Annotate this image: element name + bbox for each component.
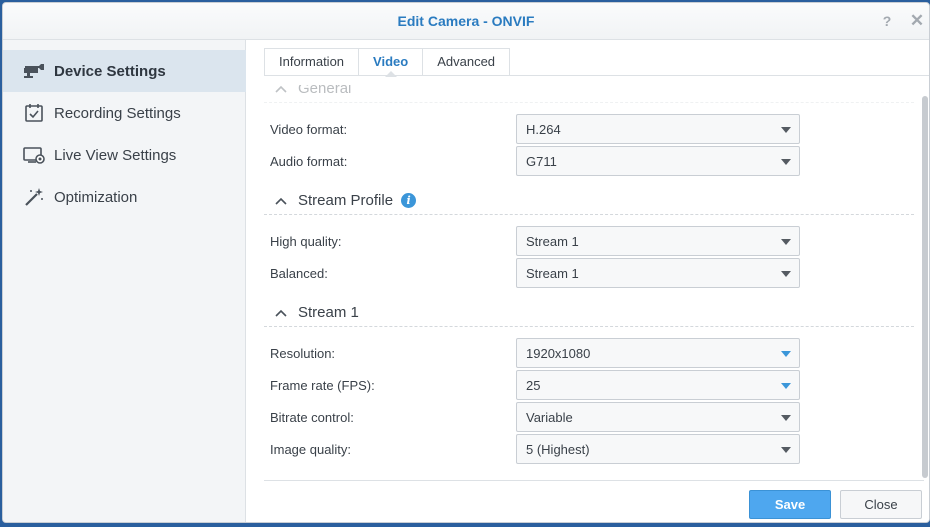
audio-format-select[interactable]: G711 (516, 146, 800, 176)
sidebar-item-device-settings[interactable]: Device Settings (3, 50, 246, 92)
video-format-row: Video format: H.264 (264, 114, 914, 144)
section-header-general[interactable]: General (264, 85, 914, 103)
select-value: G711 (526, 154, 557, 169)
dropdown-arrow-icon (781, 127, 791, 133)
balanced-select[interactable]: Stream 1 (516, 258, 800, 288)
sidebar-item-label: Recording Settings (54, 104, 181, 122)
resolution-select[interactable]: 1920x1080 (516, 338, 800, 368)
video-settings-content[interactable]: General Video format: H.264 Audio format… (264, 85, 914, 479)
section-header-stream-profile[interactable]: Stream Profile i (264, 187, 914, 215)
video-format-select[interactable]: H.264 (516, 114, 800, 144)
vertical-scrollbar[interactable] (922, 96, 928, 478)
sidebar-item-optimization[interactable]: Optimization (3, 176, 246, 218)
select-value: 1920x1080 (526, 346, 591, 361)
high-quality-row: High quality: Stream 1 (264, 226, 914, 256)
dropdown-arrow-icon (781, 383, 791, 389)
sidebar-item-label: Device Settings (54, 62, 166, 80)
select-value: Stream 1 (526, 234, 579, 249)
high-quality-select[interactable]: Stream 1 (516, 226, 800, 256)
tab-information[interactable]: Information (264, 48, 360, 76)
tab-bar: Information Video Advanced (264, 48, 929, 77)
resolution-row: Resolution: 1920x1080 (264, 338, 914, 368)
frame-rate-select[interactable]: 25 (516, 370, 800, 400)
close-icon[interactable]: ✕ (908, 12, 926, 30)
balanced-row: Balanced: Stream 1 (264, 258, 914, 288)
background-strip (930, 0, 944, 527)
dropdown-arrow-icon (781, 415, 791, 421)
tab-advanced[interactable]: Advanced (423, 48, 511, 76)
select-value: Variable (526, 410, 573, 425)
section-title: General (298, 85, 352, 97)
save-button[interactable]: Save (749, 490, 831, 519)
field-label: Video format: (270, 122, 348, 137)
dialog-footer: Save Close (264, 480, 924, 522)
calendar-check-icon (22, 101, 46, 125)
chevron-up-icon (275, 197, 287, 205)
sidebar-item-recording-settings[interactable]: Recording Settings (3, 92, 246, 134)
field-label: Frame rate (FPS): (270, 378, 375, 393)
chevron-up-icon (275, 85, 287, 93)
monitor-icon (22, 143, 46, 167)
sidebar-item-label: Optimization (54, 188, 138, 206)
select-value: H.264 (526, 122, 561, 137)
image-quality-row: Image quality: 5 (Highest) (264, 434, 914, 464)
dialog-title: Edit Camera - ONVIF (397, 13, 535, 29)
sidebar-item-label: Live View Settings (54, 146, 177, 164)
tab-video[interactable]: Video (359, 48, 424, 77)
help-button[interactable]: ? (878, 12, 896, 30)
frame-rate-row: Frame rate (FPS): 25 (264, 370, 914, 400)
main-panel: Information Video Advanced General Video… (246, 40, 929, 522)
field-label: Audio format: (270, 154, 348, 169)
section-header-stream-1[interactable]: Stream 1 (264, 299, 914, 327)
select-value: Stream 1 (526, 266, 579, 281)
edit-camera-dialog: Edit Camera - ONVIF ? ✕ Device Settings … (2, 2, 930, 523)
sidebar: Device Settings Recording Settings Live … (3, 40, 246, 522)
dropdown-arrow-icon (781, 447, 791, 453)
image-quality-select[interactable]: 5 (Highest) (516, 434, 800, 464)
bitrate-control-row: Bitrate control: Variable (264, 402, 914, 432)
info-icon[interactable]: i (401, 193, 417, 208)
field-label: Image quality: (270, 442, 351, 457)
select-value: 25 (526, 378, 541, 393)
section-title: Stream 1 (298, 304, 359, 321)
audio-format-row: Audio format: G711 (264, 146, 914, 176)
dialog-titlebar: Edit Camera - ONVIF ? ✕ (3, 3, 929, 40)
chevron-up-icon (275, 309, 287, 317)
dropdown-arrow-icon (781, 159, 791, 165)
magic-wand-icon (22, 185, 46, 209)
bitrate-control-select[interactable]: Variable (516, 402, 800, 432)
field-label: Balanced: (270, 266, 328, 281)
camera-icon (22, 59, 46, 83)
sidebar-item-live-view-settings[interactable]: Live View Settings (3, 134, 246, 176)
dropdown-arrow-icon (781, 239, 791, 245)
close-button[interactable]: Close (840, 490, 922, 519)
section-title: Stream Profile (298, 192, 394, 209)
field-label: Bitrate control: (270, 410, 354, 425)
field-label: Resolution: (270, 346, 336, 361)
dropdown-arrow-icon (781, 271, 791, 277)
field-label: High quality: (270, 234, 342, 249)
dropdown-arrow-icon (781, 351, 791, 357)
select-value: 5 (Highest) (526, 442, 590, 457)
